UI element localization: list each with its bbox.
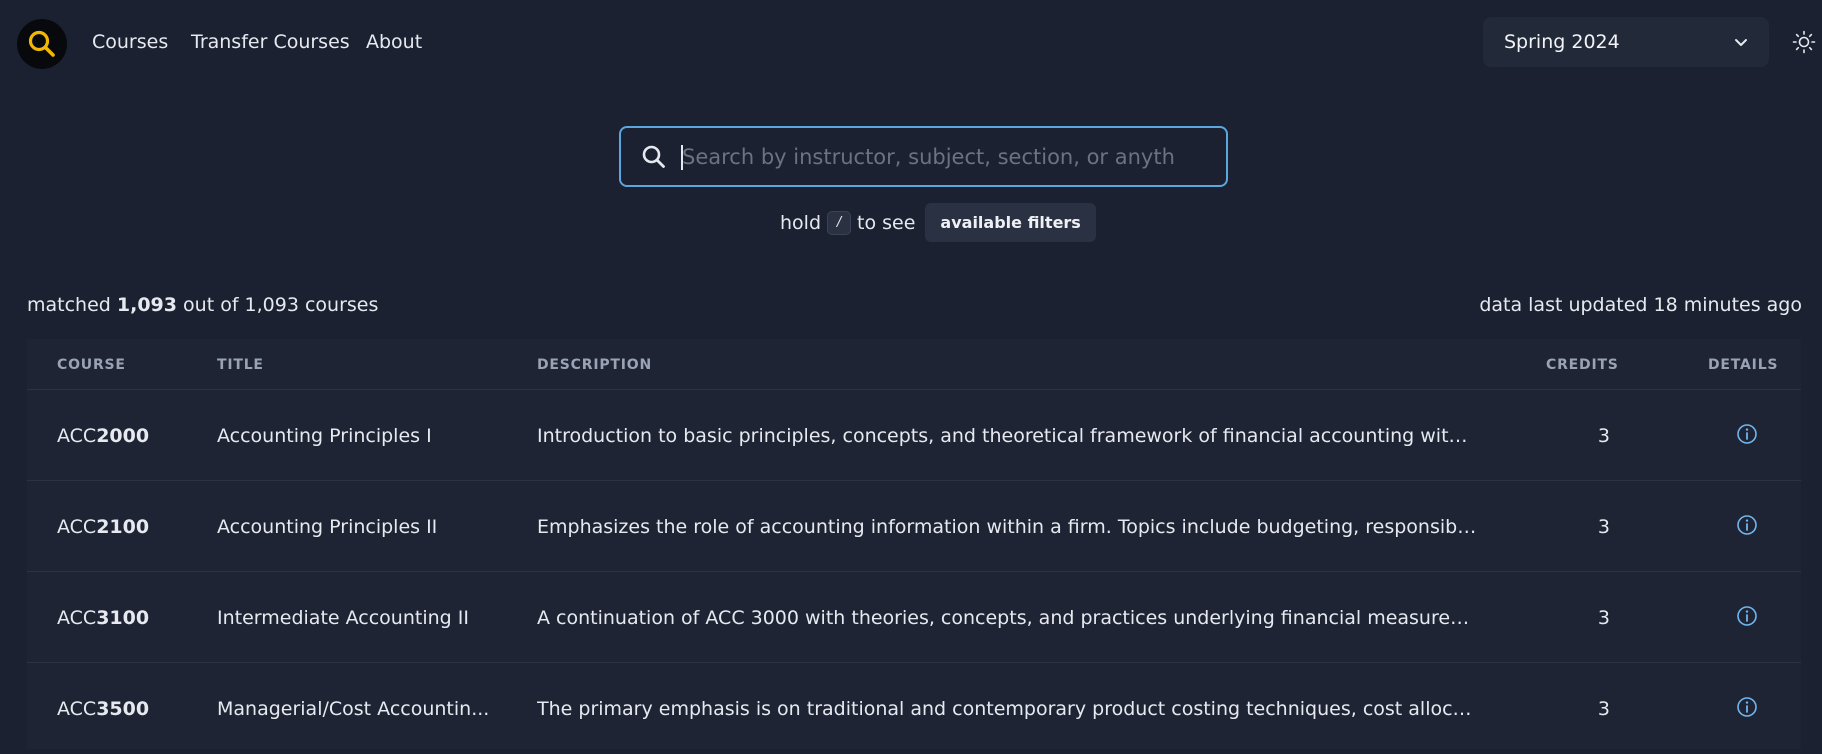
matched-prefix: matched [27,294,111,316]
course-description: The primary emphasis is on traditional a… [537,698,1477,720]
header-details: DETAILS [1708,357,1779,373]
course-number: 3100 [96,607,150,629]
table-row[interactable]: ACC2100 Accounting Principles II Emphasi… [27,481,1801,572]
top-navigation: Courses Transfer Courses About Spring 20… [0,0,1822,86]
hint-suffix: to see [857,211,916,234]
header-description[interactable]: DESCRIPTION [537,357,652,373]
course-code: ACC2000 [57,425,149,447]
header-title[interactable]: TITLE [217,357,264,373]
course-credits: 3 [1597,516,1610,538]
text-caret [681,145,683,170]
course-title: Intermediate Accounting II [217,607,469,629]
hint-prefix: hold [780,211,822,234]
sun-icon[interactable] [1792,30,1816,54]
available-filters-button[interactable]: available filters [925,203,1096,242]
term-select[interactable]: Spring 2024 [1483,17,1769,67]
app-logo[interactable] [17,19,67,69]
course-code: ACC3500 [57,698,149,720]
nav-link-courses[interactable]: Courses [92,31,168,53]
matched-count: 1,093 [116,294,177,316]
last-updated: data last updated 18 minutes ago [1479,294,1802,316]
nav-link-about[interactable]: About [366,31,422,53]
course-subject: ACC [57,425,97,447]
course-description: Introduction to basic principles, concep… [537,425,1477,447]
table-header: COURSE TITLE DESCRIPTION CREDITS DETAILS [27,339,1801,390]
term-select-value: Spring 2024 [1504,31,1620,53]
course-description: Emphasizes the role of accounting inform… [537,516,1477,538]
info-icon[interactable] [1736,514,1758,536]
course-code: ACC3100 [57,607,149,629]
search-input[interactable] [682,136,1202,178]
chevron-down-icon [1735,39,1747,46]
search-box[interactable] [619,126,1228,187]
course-number: 2100 [96,516,150,538]
page-scrollbar[interactable] [1801,339,1822,747]
course-title: Managerial/Cost Accountin... [217,698,490,720]
matched-suffix: out of 1,093 courses [183,294,379,316]
nav-link-transfer-courses[interactable]: Transfer Courses [191,31,350,53]
info-icon[interactable] [1736,423,1758,445]
header-credits[interactable]: CREDITS [1546,357,1619,373]
course-code: ACC2100 [57,516,149,538]
header-course[interactable]: COURSE [57,357,126,373]
course-credits: 3 [1597,607,1610,629]
match-summary: matched 1,093 out of 1,093 courses [27,294,378,316]
course-title: Accounting Principles II [217,516,438,538]
course-number: 2000 [96,425,150,447]
course-subject: ACC [57,516,97,538]
table-row[interactable]: ACC2000 Accounting Principles I Introduc… [27,390,1801,481]
course-number: 3500 [96,698,150,720]
table-row[interactable]: ACC3100 Intermediate Accounting II A con… [27,572,1801,663]
search-icon [642,145,665,168]
magnifier-logo-icon [28,30,55,57]
table-row[interactable]: ACC3500 Managerial/Cost Accountin... The… [27,663,1801,754]
course-title: Accounting Principles I [217,425,432,447]
course-description: A continuation of ACC 3000 with theories… [537,607,1477,629]
course-subject: ACC [57,607,97,629]
slash-key: / [827,210,852,235]
course-subject: ACC [57,698,97,720]
course-credits: 3 [1597,425,1610,447]
course-credits: 3 [1597,698,1610,720]
info-icon[interactable] [1736,605,1758,627]
filter-hint: hold / to see available filters [780,203,1096,242]
courses-table: COURSE TITLE DESCRIPTION CREDITS DETAILS… [27,339,1801,749]
info-icon[interactable] [1736,696,1758,718]
